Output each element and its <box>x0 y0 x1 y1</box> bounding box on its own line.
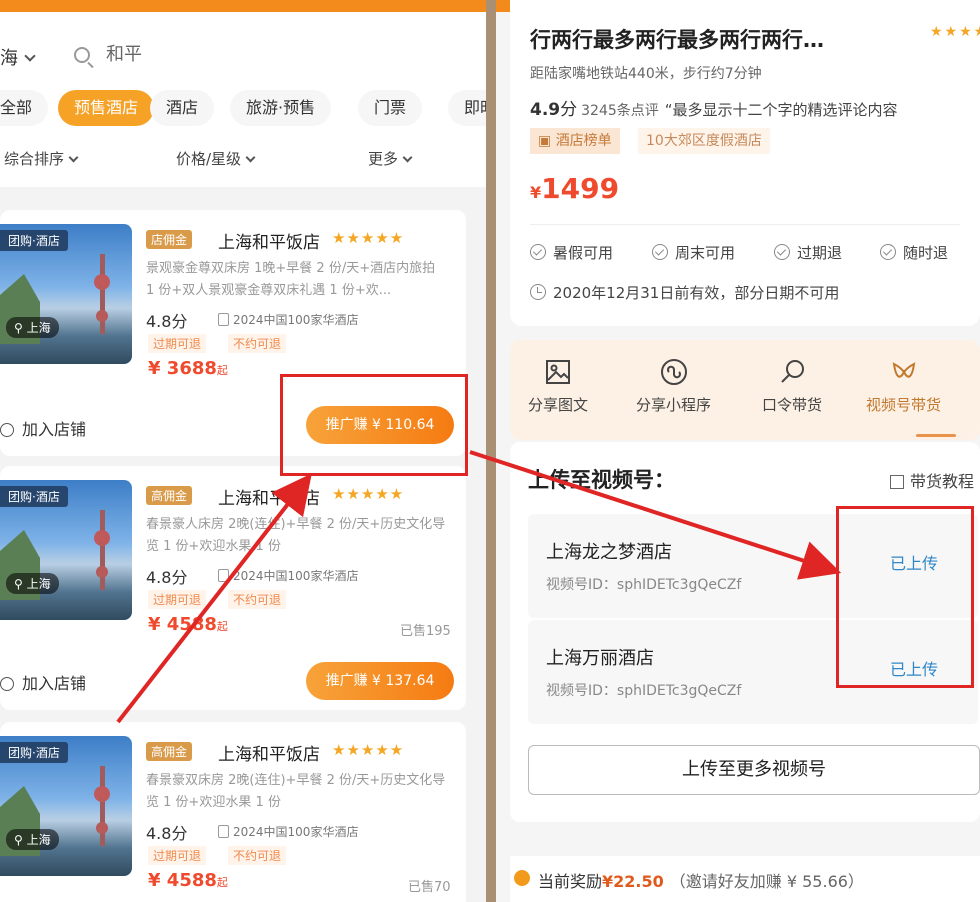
annotation-arrow <box>469 450 842 580</box>
annotation-arrows <box>116 450 842 724</box>
annotation-arrow <box>116 473 312 724</box>
